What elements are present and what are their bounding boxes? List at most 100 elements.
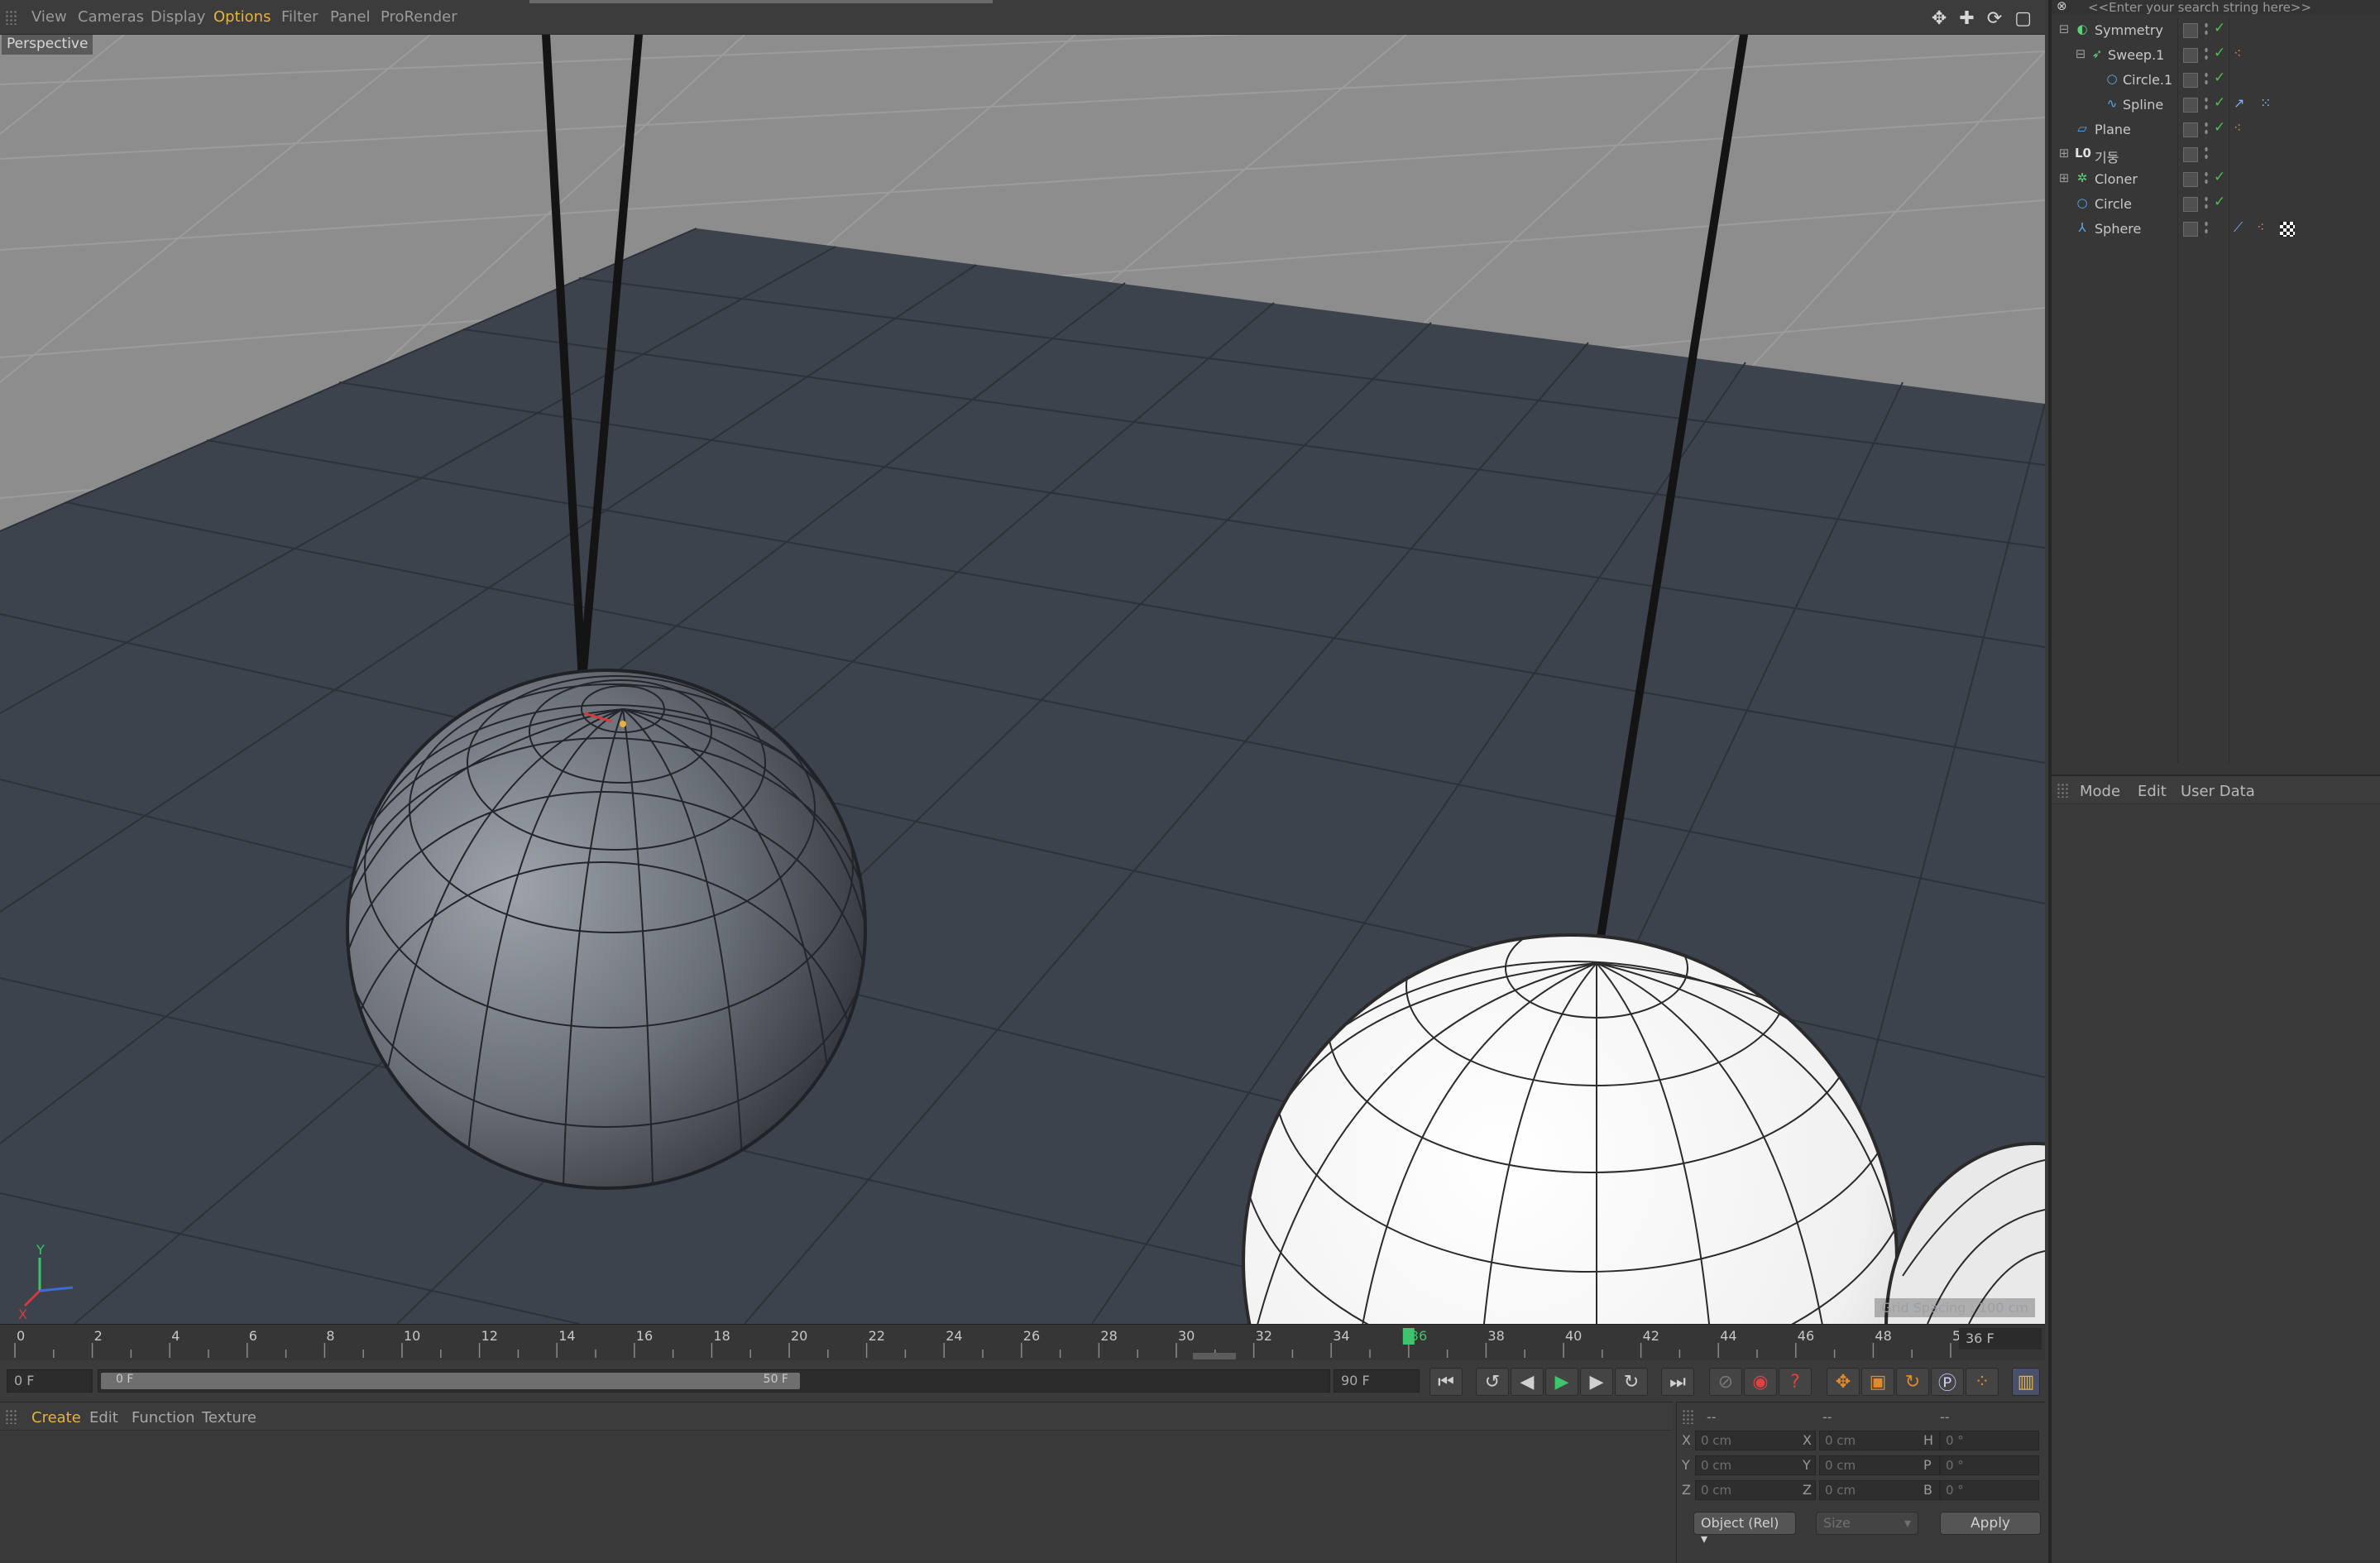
position-z-field[interactable]: 0 cm — [1695, 1480, 1816, 1500]
play-icon[interactable]: ▶ — [1545, 1368, 1578, 1396]
menu-edit[interactable]: Edit — [2138, 783, 2167, 800]
phong-tag-icon[interactable]: ⁖ — [2234, 120, 2241, 136]
menu-options[interactable]: Options — [213, 8, 271, 26]
panel-grip-icon[interactable] — [1682, 1409, 1693, 1424]
visibility-dots-icon[interactable] — [2204, 220, 2209, 237]
start-frame-field[interactable]: 0 F — [7, 1369, 93, 1393]
layer-icon[interactable] — [2183, 147, 2198, 162]
go-to-end-icon[interactable]: ⏭ — [1661, 1368, 1694, 1396]
visibility-dots-icon[interactable] — [2204, 121, 2209, 137]
visibility-dots-icon[interactable] — [2204, 46, 2209, 63]
visibility-dots-icon[interactable] — [2204, 146, 2209, 162]
object-row-null-group[interactable]: ⊞ L0 기둥 — [2052, 142, 2380, 167]
rotate-key-icon[interactable]: ↻ — [1896, 1368, 1929, 1396]
enabled-check-icon[interactable]: ✓ — [2214, 94, 2225, 111]
menu-filter[interactable]: Filter — [281, 8, 318, 26]
position-x-field[interactable]: 0 cm — [1695, 1431, 1816, 1450]
parameter-key-icon[interactable]: Ⓟ — [1931, 1368, 1964, 1396]
scale-key-icon[interactable]: ▣ — [1861, 1368, 1894, 1396]
next-frame-icon[interactable]: ▶ — [1580, 1368, 1613, 1396]
object-row-sphere[interactable]: ⅄ Sphere ⟋ ⁖ — [2052, 217, 2380, 242]
constraint-tag-icon[interactable]: ⟋ — [2234, 219, 2243, 236]
spline-tag-icon[interactable]: ↗ — [2234, 95, 2244, 111]
size-y-field[interactable]: 0 cm — [1819, 1455, 1940, 1475]
record-disabled-icon[interactable]: ⊘ — [1709, 1368, 1742, 1396]
expand-icon[interactable]: ⊞ — [2057, 170, 2071, 185]
range-handle[interactable]: 0 F 50 F — [101, 1373, 800, 1389]
expand-icon[interactable]: ⊟ — [2057, 22, 2071, 36]
phong-tag-icon[interactable]: ⁖ — [2234, 46, 2241, 61]
timeline-scroll-thumb[interactable] — [1193, 1353, 1236, 1359]
expand-icon[interactable]: ⊟ — [2073, 46, 2088, 61]
layer-icon[interactable] — [2183, 222, 2198, 237]
menu-cameras[interactable]: Cameras — [78, 8, 144, 26]
end-frame-field[interactable]: 90 F — [1334, 1369, 1420, 1393]
layer-icon[interactable] — [2183, 73, 2198, 88]
object-row-circle[interactable]: ○ Circle ✓ — [2052, 192, 2380, 217]
menu-texture[interactable]: Texture — [202, 1409, 256, 1426]
autokey-icon[interactable]: ◉ — [1744, 1368, 1777, 1396]
enabled-check-icon[interactable]: ✓ — [2214, 194, 2225, 210]
expand-icon[interactable]: ⊞ — [2057, 146, 2071, 161]
coordinate-mode-dropdown[interactable]: Object (Rel) ▾ — [1693, 1512, 1796, 1546]
timeline-layout-icon[interactable]: ▥ — [2012, 1368, 2040, 1396]
preview-range-slider[interactable]: 0 F 50 F — [98, 1369, 1330, 1393]
rotation-b-field[interactable]: 0 ° — [1940, 1480, 2039, 1500]
panel-grip-icon[interactable] — [5, 10, 17, 25]
menu-user-data[interactable]: User Data — [2181, 783, 2255, 800]
point-level-icon[interactable]: ⁘ — [1966, 1368, 1999, 1396]
current-frame-field[interactable]: 36 F — [1959, 1328, 2042, 1350]
menu-mode[interactable]: Mode — [2080, 783, 2120, 800]
previous-frame-icon[interactable]: ◀ — [1511, 1368, 1544, 1396]
menu-create[interactable]: Create — [31, 1409, 81, 1426]
material-tag-icon[interactable] — [2280, 222, 2295, 237]
position-y-field[interactable]: 0 cm — [1695, 1455, 1816, 1475]
layer-icon[interactable] — [2183, 122, 2198, 137]
object-row-cloner[interactable]: ⊞ ✲ Cloner ✓ — [2052, 167, 2380, 192]
3d-viewport[interactable]: Y X Grid Spacing : 100 cm — [0, 35, 2045, 1324]
layer-icon[interactable] — [2183, 23, 2198, 38]
layer-icon[interactable] — [2183, 48, 2198, 63]
visibility-dots-icon[interactable] — [2204, 22, 2209, 38]
go-to-start-icon[interactable]: ⏮ — [1429, 1368, 1463, 1396]
layer-icon[interactable] — [2183, 172, 2198, 187]
viewport-navigation-icons[interactable]: ✥ ✚ ⟳ ▢ — [1932, 8, 2035, 29]
rotation-h-field[interactable]: 0 ° — [1940, 1431, 2039, 1450]
menu-edit[interactable]: Edit — [89, 1409, 118, 1426]
size-mode-dropdown[interactable]: Size ▾ — [1816, 1512, 1918, 1535]
object-row-circle1[interactable]: ○ Circle.1 ✓ — [2052, 68, 2380, 93]
menu-function[interactable]: Function — [132, 1409, 195, 1426]
next-key-icon[interactable]: ↻ — [1615, 1368, 1648, 1396]
object-row-sweep[interactable]: ⊟ ➶ Sweep.1 ✓ ⁖ — [2052, 43, 2380, 68]
menu-view[interactable]: View — [31, 8, 67, 26]
camera-label[interactable]: Perspective — [2, 35, 93, 55]
help-record-icon[interactable]: ? — [1779, 1368, 1812, 1396]
object-search-bar[interactable]: ⊗ <<Enter your search string here>> — [2052, 0, 2380, 15]
points-tag-icon[interactable]: ⁙ — [2260, 95, 2271, 111]
layer-icon[interactable] — [2183, 197, 2198, 212]
visibility-dots-icon[interactable] — [2204, 195, 2209, 212]
previous-key-icon[interactable]: ↺ — [1476, 1368, 1509, 1396]
enabled-check-icon[interactable]: ✓ — [2214, 169, 2225, 185]
apply-button[interactable]: Apply — [1940, 1512, 2041, 1535]
enabled-check-icon[interactable]: ✓ — [2214, 70, 2225, 86]
panel-grip-icon[interactable] — [2057, 783, 2068, 798]
enabled-check-icon[interactable]: ✓ — [2214, 45, 2225, 61]
visibility-dots-icon[interactable] — [2204, 96, 2209, 113]
size-x-field[interactable]: 0 cm — [1819, 1431, 1940, 1450]
phong-tag-icon[interactable]: ⁖ — [2257, 219, 2264, 235]
menu-display[interactable]: Display — [151, 8, 205, 26]
object-row-symmetry[interactable]: ⊟ ◐ Symmetry ✓ — [2052, 18, 2380, 43]
size-z-field[interactable]: 0 cm — [1819, 1480, 1940, 1500]
visibility-dots-icon[interactable] — [2204, 170, 2209, 187]
close-icon[interactable]: ⊗ — [2057, 0, 2067, 13]
menu-prorender[interactable]: ProRender — [381, 8, 457, 26]
object-row-spline[interactable]: ∿ Spline ✓ ↗ ⁙ — [2052, 93, 2380, 117]
layer-icon[interactable] — [2183, 98, 2198, 113]
rotation-p-field[interactable]: 0 ° — [1940, 1455, 2039, 1475]
panel-grip-icon[interactable] — [5, 1409, 17, 1424]
enabled-check-icon[interactable]: ✓ — [2214, 20, 2225, 36]
timeline-ruler[interactable]: 0 2 4 6 8 10 12 14 16 18 20 22 24 26 28 30 32 34 36 38 40 42 4… — [0, 1324, 2045, 1360]
visibility-dots-icon[interactable] — [2204, 71, 2209, 88]
object-row-plane[interactable]: ▱ Plane ✓ ⁖ — [2052, 117, 2380, 142]
